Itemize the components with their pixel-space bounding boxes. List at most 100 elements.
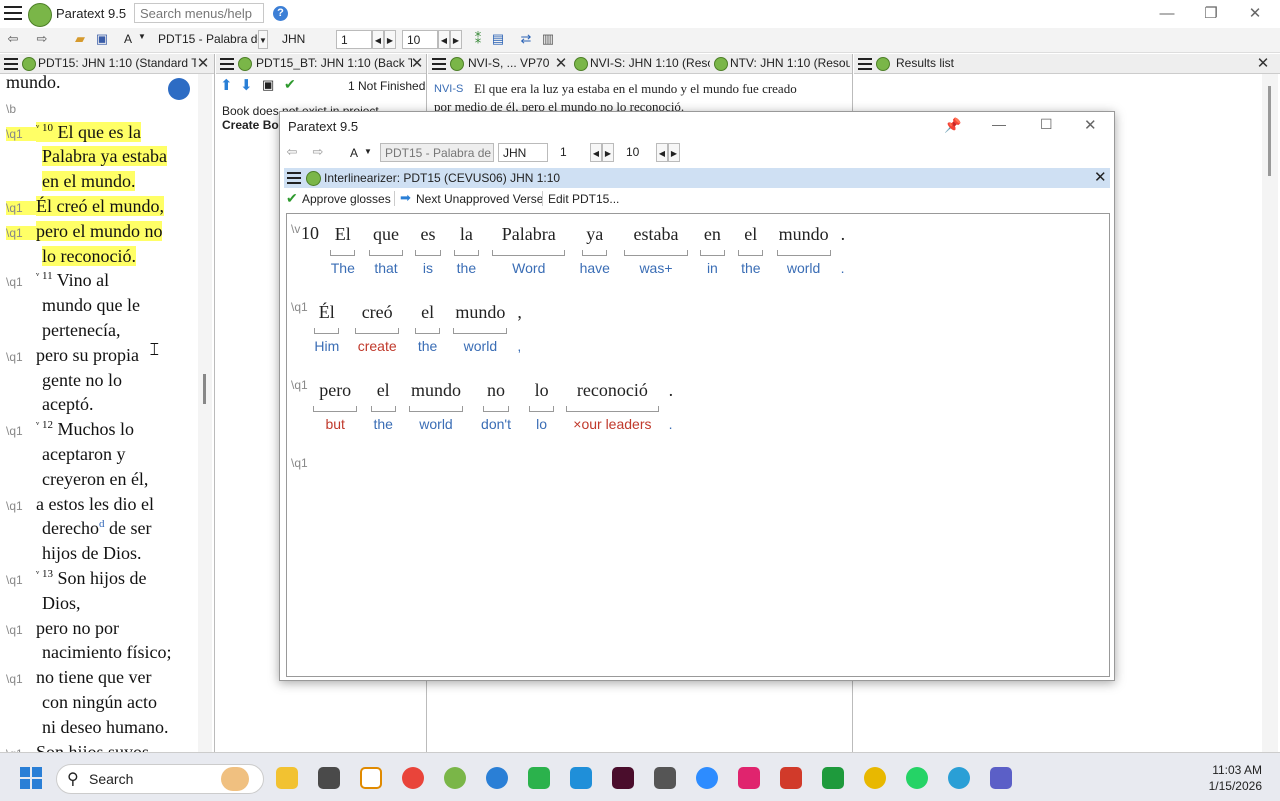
tab-resource-1[interactable]: NVI-S, ... VP70: J	[468, 54, 550, 73]
next-unapproved-verse-button[interactable]: Next Unapproved Verse	[416, 192, 543, 206]
create-book-link[interactable]: Create Boo	[222, 118, 286, 132]
app-icon[interactable]	[738, 767, 760, 789]
restore-icon[interactable]: ❐	[1196, 4, 1226, 24]
whatsapp-icon[interactable]	[906, 767, 928, 789]
verse-prev-button[interactable]: ◀	[656, 143, 668, 162]
book-combo[interactable]: JHN	[498, 143, 548, 162]
gloss-text[interactable]: don't	[473, 416, 519, 432]
app-icon[interactable]	[780, 767, 802, 789]
source-word[interactable]: ya	[575, 224, 614, 245]
paratext-icon[interactable]	[444, 767, 466, 789]
link-icon[interactable]: ⁑	[470, 31, 486, 47]
edit-project-button[interactable]: Edit PDT15...	[548, 192, 619, 206]
pane-menu-icon[interactable]	[432, 58, 446, 73]
minimize-icon[interactable]: —	[1152, 4, 1182, 24]
close-pane-icon[interactable]: ✕	[410, 54, 424, 73]
book-combo[interactable]: JHN	[278, 30, 328, 49]
source-word[interactable]: el	[735, 224, 767, 245]
interlinear-word-cluster[interactable]: mundo world	[451, 302, 509, 362]
close-tab-icon[interactable]: ✕	[554, 54, 568, 73]
sync-icon[interactable]: ⇄	[518, 31, 534, 47]
app-icon[interactable]	[948, 767, 970, 789]
gloss-text[interactable]: have	[575, 260, 614, 276]
interlinear-word-cluster[interactable]: la the	[451, 224, 483, 284]
save-icon[interactable]: ▣	[94, 31, 110, 47]
back-arrow-icon[interactable]: ⇦	[284, 144, 300, 160]
pane-menu-icon[interactable]	[858, 58, 872, 73]
scrollbar[interactable]	[198, 74, 212, 752]
help-icon[interactable]: ?	[273, 6, 288, 21]
compare-icon[interactable]: ▣	[262, 77, 274, 93]
forward-arrow-icon[interactable]: ⇨	[310, 144, 326, 160]
interlinear-word-cluster[interactable]: mundo world	[407, 380, 465, 440]
source-word[interactable]: en	[698, 224, 727, 245]
windows-start-icon[interactable]	[20, 767, 42, 789]
interlinear-word-cluster[interactable]: estaba was+	[622, 224, 690, 284]
gloss-text[interactable]: was+	[622, 260, 690, 276]
source-word[interactable]: mundo	[407, 380, 465, 401]
interlinear-word-cluster[interactable]: reconoció ×our leaders	[564, 380, 660, 440]
tab-resource-2[interactable]: NVI-S: JHN 1:10 (Resou	[590, 54, 710, 73]
clock-date[interactable]: 1/15/2026	[1196, 779, 1262, 793]
close-icon[interactable]: ✕	[1240, 4, 1270, 24]
interlinear-word-cluster[interactable]: pero but	[311, 380, 359, 440]
gloss-text[interactable]: the	[367, 416, 399, 432]
source-word[interactable]: Palabra	[490, 224, 567, 245]
interlinear-word-cluster[interactable]: no don't	[473, 380, 519, 440]
gloss-text[interactable]: Word	[490, 260, 567, 276]
teams-icon[interactable]	[990, 767, 1012, 789]
tab-resource-3[interactable]: NTV: JHN 1:10 (Resourc	[730, 54, 850, 73]
interlinear-word-cluster[interactable]: Él Him	[311, 302, 343, 362]
color-app-icon[interactable]	[528, 767, 550, 789]
interlinear-word-cluster[interactable]: es is	[413, 224, 442, 284]
source-word[interactable]: reconoció	[564, 380, 660, 401]
source-word[interactable]: lo	[527, 380, 556, 401]
verse-next-button[interactable]: ▶	[668, 143, 680, 162]
project-combo[interactable]: PDT15 - Palabra de	[154, 30, 258, 49]
slack-icon[interactable]	[864, 767, 886, 789]
pane-menu-icon[interactable]	[287, 172, 301, 188]
footnote-caller[interactable]: d	[99, 518, 105, 530]
source-word[interactable]: mundo	[451, 302, 509, 323]
chrome-icon[interactable]	[402, 767, 424, 789]
interlinear-word-cluster[interactable]: ya have	[575, 224, 614, 284]
gloss-text[interactable]: create	[351, 338, 404, 354]
interlinear-word-cluster[interactable]: que that	[367, 224, 406, 284]
check-icon[interactable]: ✔	[284, 76, 296, 93]
chapter-prev-button[interactable]: ◀	[372, 30, 384, 49]
verse-field[interactable]: 10	[402, 30, 438, 49]
indesign-icon[interactable]	[612, 767, 634, 789]
source-word[interactable]: es	[413, 224, 442, 245]
gloss-text[interactable]: that	[367, 260, 406, 276]
chapter-next-button[interactable]: ▶	[384, 30, 396, 49]
main-menu-icon[interactable]	[4, 6, 22, 20]
interlinear-word-cluster[interactable]: creó create	[351, 302, 404, 362]
zoom-in-app-icon[interactable]	[486, 767, 508, 789]
gloss-text[interactable]: world	[451, 338, 509, 354]
gloss-text[interactable]: the	[412, 338, 444, 354]
gloss-text[interactable]: world	[775, 260, 833, 276]
source-word[interactable]: El	[327, 224, 359, 245]
gloss-text[interactable]: but	[311, 416, 359, 432]
interlinear-word-cluster[interactable]: el the	[367, 380, 399, 440]
gloss-text[interactable]: the	[451, 260, 483, 276]
open-folder-icon[interactable]: ▰	[72, 31, 88, 47]
taskbar-search[interactable]: ⚲ Search	[56, 764, 264, 794]
interlinear-word-cluster[interactable]: en in	[698, 224, 727, 284]
search-menus-input[interactable]: Search menus/help	[134, 3, 264, 23]
gloss-text[interactable]: world	[407, 416, 465, 432]
forward-arrow-icon[interactable]: ⇨	[34, 31, 50, 47]
search-app-icon[interactable]	[360, 767, 382, 789]
camtasia-icon[interactable]	[822, 767, 844, 789]
chapter-field[interactable]: 1	[556, 143, 590, 162]
interlinear-area[interactable]: 10 \v El The que that es is la the Palabra Word ya ha…	[286, 213, 1110, 677]
gloss-text[interactable]: is	[413, 260, 442, 276]
close-pane-icon[interactable]: ✕	[1094, 168, 1107, 186]
verse-field[interactable]: 10	[622, 143, 656, 162]
interlinear-word-cluster[interactable]: Palabra Word	[490, 224, 567, 284]
close-pane-icon[interactable]: ✕	[1256, 54, 1270, 73]
font-selector[interactable]: A	[124, 32, 132, 46]
gloss-text[interactable]: in	[698, 260, 727, 276]
close-pane-icon[interactable]: ✕	[196, 54, 210, 73]
source-word[interactable]: estaba	[622, 224, 690, 245]
